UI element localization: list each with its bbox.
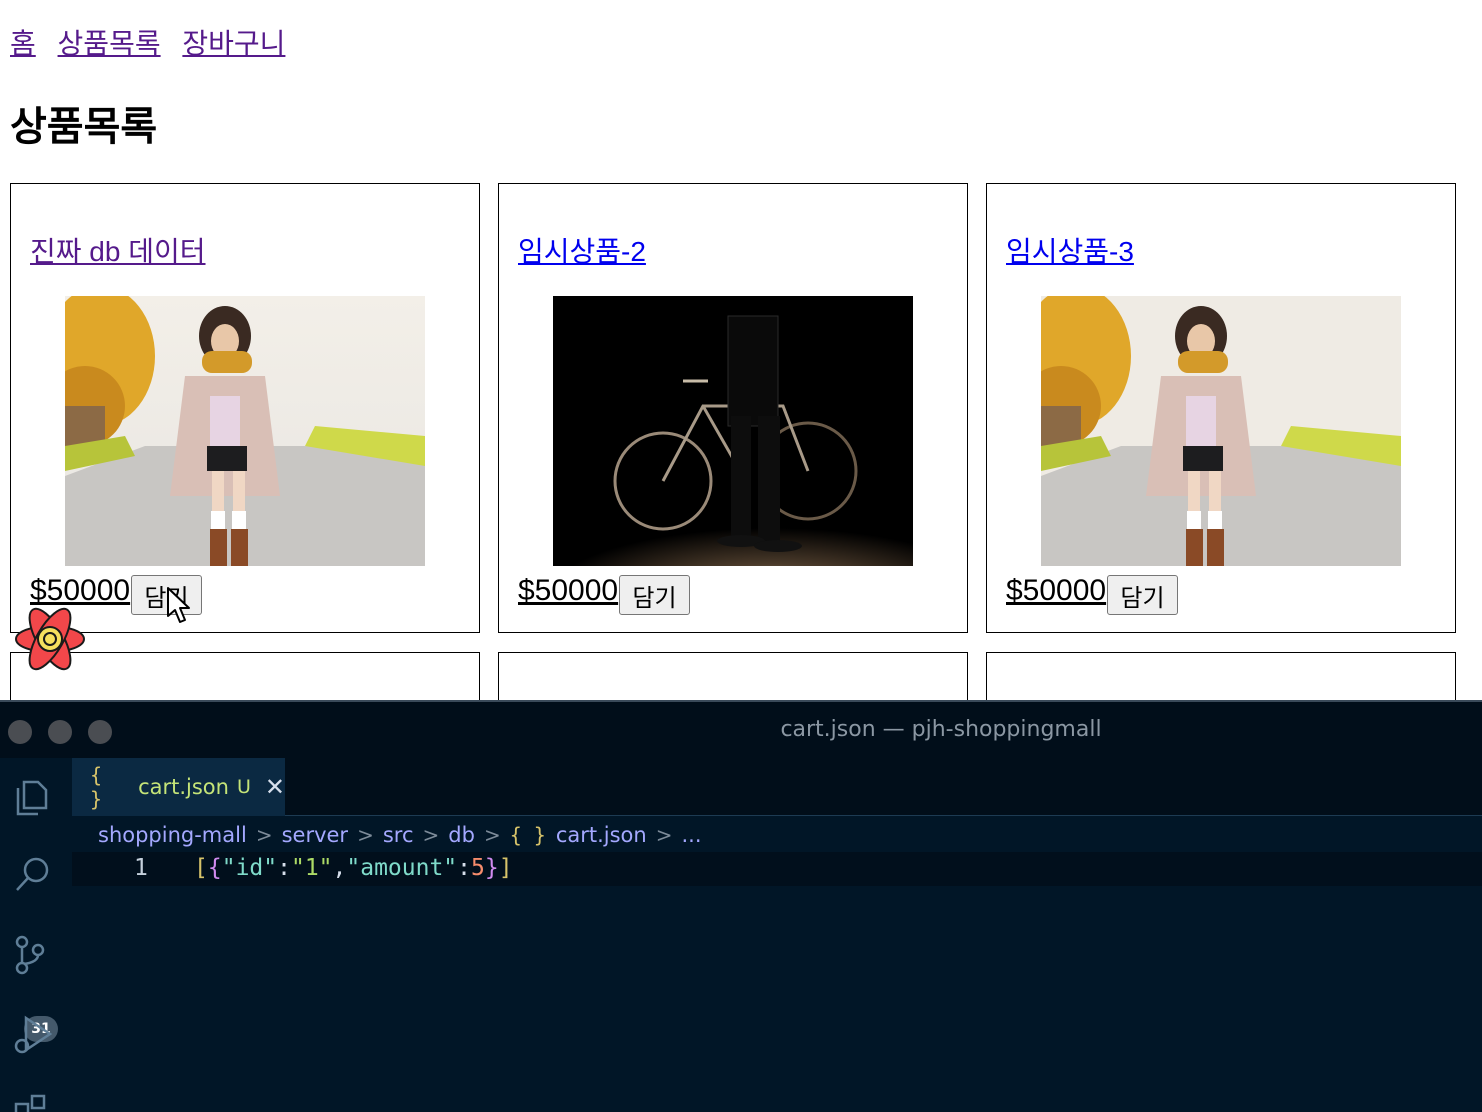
product-card: 임시상품-2 $50000 담기 [498, 183, 968, 633]
json-file-icon: { } [509, 823, 546, 847]
top-nav: 홈 상품목록 장바구니 [10, 22, 299, 62]
code-editor[interactable]: 1 [{"id":"1","amount":5}] [72, 852, 1482, 1112]
product-name-link[interactable]: 임시상품-2 [518, 230, 646, 270]
explorer-icon[interactable] [12, 776, 54, 818]
search-icon[interactable] [12, 854, 54, 896]
product-price-link[interactable]: $50000 [518, 574, 618, 608]
window-title: cart.json — pjh-shoppingmall [780, 717, 1102, 742]
tab-cart-json[interactable]: { } cart.json U ✕ [72, 758, 285, 816]
page-title: 상품목록 [10, 105, 158, 149]
chevron-right-icon: > [422, 823, 440, 847]
nav-link-home[interactable]: 홈 [10, 28, 36, 59]
run-debug-icon[interactable] [12, 1014, 54, 1056]
product-card [986, 652, 1456, 700]
code-token: ] [498, 855, 513, 881]
product-price-link[interactable]: $50000 [1006, 574, 1106, 608]
product-name-link[interactable]: 진짜 db 데이터 [30, 230, 206, 270]
code-token: "id" [221, 855, 278, 881]
vscode-window: cart.json — pjh-shoppingmall 31 {} cart… [0, 700, 1482, 1112]
code-text[interactable]: [{"id":"1","amount":5}] [194, 855, 513, 881]
product-image-woman[interactable] [65, 296, 425, 566]
activity-bar: 31 [0, 758, 72, 1112]
code-line[interactable]: 1 [{"id":"1","amount":5}] [72, 852, 1482, 886]
tab-label: cart.json [138, 775, 229, 799]
product-card: 진짜 db 데이터 $50000 담기 [10, 183, 480, 633]
code-token: { [207, 855, 222, 881]
chevron-right-icon: > [655, 823, 673, 847]
product-image-woman[interactable] [1041, 296, 1401, 566]
chevron-right-icon: > [255, 823, 273, 847]
product-card: 임시상품-3 $50000 담기 [986, 183, 1456, 633]
nav-link-cart[interactable]: 장바구니 [182, 28, 285, 59]
code-token: 5 [471, 855, 485, 881]
code-token: "1" [290, 855, 333, 881]
browser-page: 홈 상품목록 장바구니 상품목록 진짜 db 데이터 $50000 담기 임시상… [0, 0, 1482, 700]
line-number: 1 [134, 855, 148, 881]
breadcrumb-item[interactable]: shopping-mall [98, 823, 247, 847]
breadcrumb: shopping-mall > server > src > db > { } … [98, 820, 702, 850]
title-bar: cart.json — pjh-shoppingmall [0, 702, 1482, 758]
product-name-link[interactable]: 임시상품-3 [1006, 230, 1134, 270]
product-image-bicycle[interactable] [553, 296, 913, 566]
code-token: [ [194, 855, 208, 881]
code-token: : [277, 855, 291, 881]
extensions-icon[interactable] [12, 1092, 54, 1112]
tab-bar: { } cart.json U ✕ [72, 758, 1482, 816]
breadcrumb-item[interactable]: cart.json [556, 823, 647, 847]
code-token: : [457, 855, 472, 881]
product-card [498, 652, 968, 700]
chevron-right-icon: > [483, 823, 501, 847]
untracked-status: U [236, 776, 251, 798]
source-control-icon[interactable] [12, 934, 54, 976]
add-to-cart-button[interactable]: 담기 [1107, 575, 1178, 615]
nav-link-products[interactable]: 상품목록 [58, 28, 161, 59]
breadcrumb-item[interactable]: src [383, 823, 414, 847]
breadcrumb-item[interactable]: db [448, 823, 475, 847]
mouse-cursor-icon [167, 587, 190, 623]
add-to-cart-button[interactable]: 담기 [619, 575, 690, 615]
react-logo-icon[interactable] [12, 604, 88, 674]
breadcrumb-item[interactable]: ... [681, 823, 701, 847]
code-token: "amount" [346, 855, 458, 881]
breadcrumb-item[interactable]: server [282, 823, 348, 847]
close-tab-icon[interactable]: ✕ [265, 773, 285, 801]
code-token: , [332, 855, 347, 881]
chevron-right-icon: > [357, 823, 374, 847]
product-price-link[interactable]: $50000 [30, 574, 130, 608]
json-file-icon: { } [90, 763, 103, 811]
code-token: } [484, 855, 499, 881]
